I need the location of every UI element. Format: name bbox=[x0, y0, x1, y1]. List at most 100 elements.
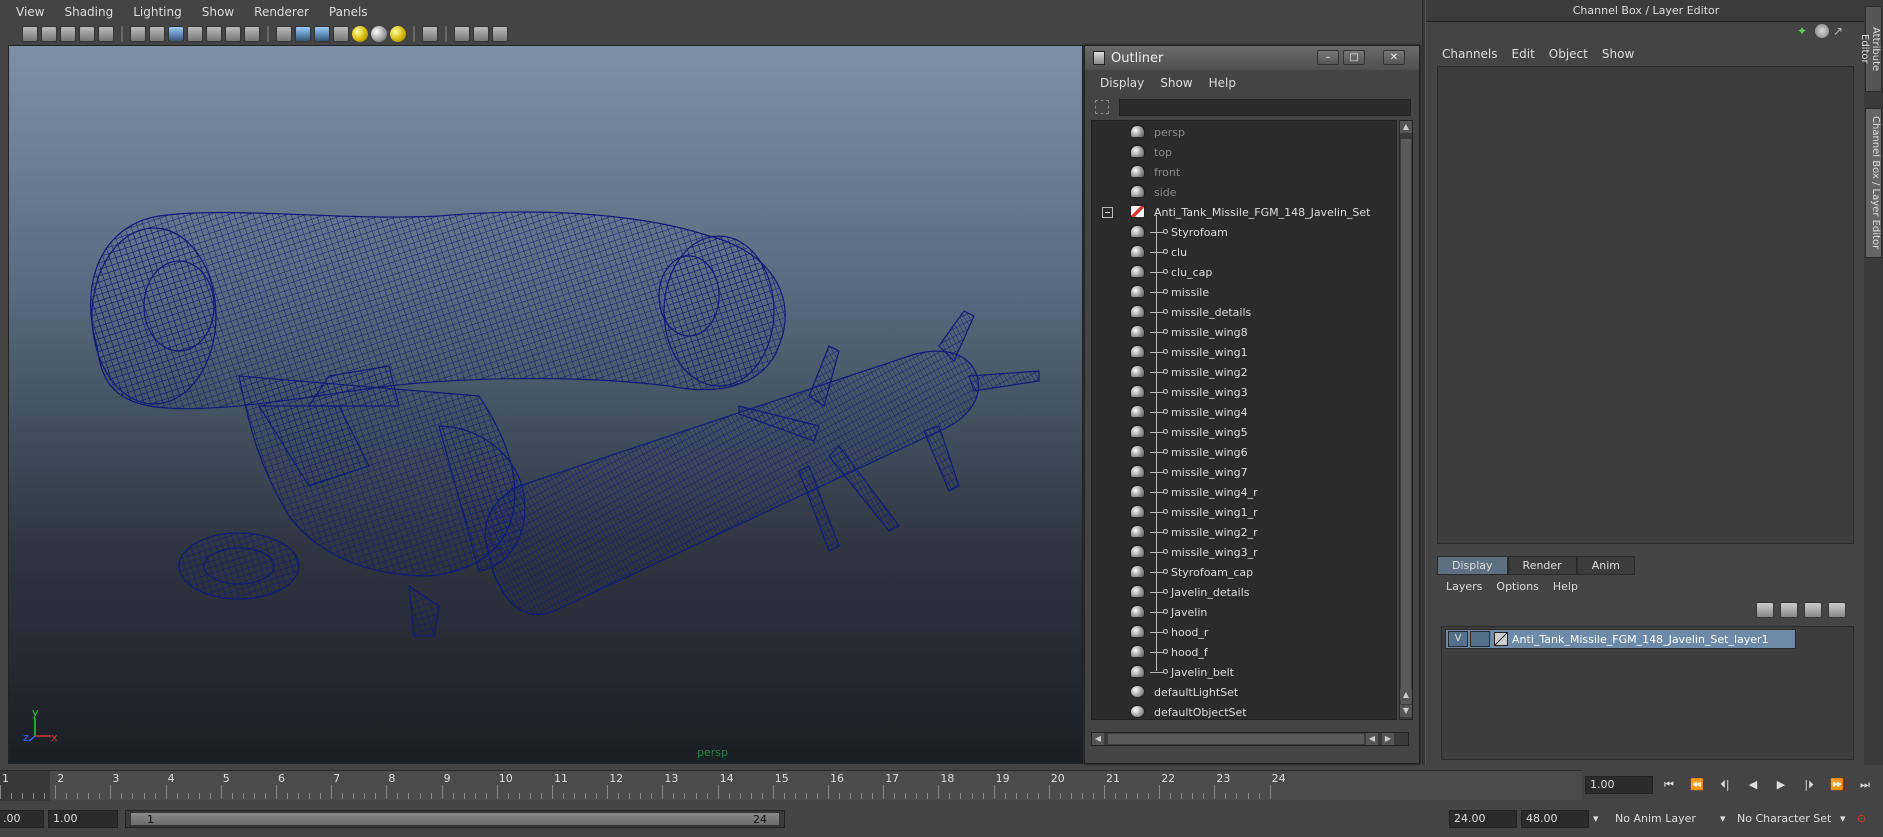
auto-key-icon[interactable]: ⊙ bbox=[1857, 810, 1873, 828]
safe-title-icon[interactable] bbox=[244, 25, 260, 42]
scroll-down-arrow[interactable]: ▼ bbox=[1400, 705, 1412, 717]
outliner-item[interactable]: missile_wing7 bbox=[1092, 462, 1392, 482]
range-slider-handle[interactable]: 1 24 bbox=[130, 812, 780, 826]
film-gate-icon[interactable] bbox=[149, 25, 165, 42]
play-forwards-icon[interactable]: ▶ bbox=[1768, 776, 1794, 794]
filter-icon[interactable] bbox=[1095, 100, 1109, 114]
isolate-select-icon[interactable] bbox=[422, 25, 438, 42]
outliner-item[interactable]: missile_wing2 bbox=[1092, 362, 1392, 382]
anim-layer-dropdown[interactable]: No Anim Layer bbox=[1615, 810, 1725, 828]
outliner-filter-input[interactable] bbox=[1119, 99, 1411, 116]
panel-splitter[interactable] bbox=[1422, 0, 1426, 765]
menu-view[interactable]: View bbox=[16, 5, 44, 19]
channel-box-panel[interactable] bbox=[1437, 66, 1854, 544]
go-to-end-icon[interactable]: ⏭ bbox=[1852, 776, 1878, 794]
outliner-item[interactable]: hood_f bbox=[1092, 642, 1392, 662]
outliner-item[interactable]: Javelin_belt bbox=[1092, 662, 1392, 682]
play-backwards-icon[interactable]: ◀ bbox=[1740, 776, 1766, 794]
outliner-item[interactable]: missile_wing1 bbox=[1092, 342, 1392, 362]
outliner-item[interactable]: side bbox=[1092, 182, 1392, 202]
step-back-key-icon[interactable]: ⏪ bbox=[1684, 776, 1710, 794]
go-to-start-icon[interactable]: ⏮ bbox=[1656, 776, 1682, 794]
resolution-gate-icon[interactable] bbox=[168, 25, 184, 42]
image-plane-icon[interactable] bbox=[79, 25, 95, 42]
outliner-item[interactable]: Javelin_details bbox=[1092, 582, 1392, 602]
outliner-item[interactable]: clu bbox=[1092, 242, 1392, 262]
new-layer-from-selected-icon[interactable] bbox=[1828, 602, 1846, 618]
wireframe-icon[interactable] bbox=[276, 25, 292, 42]
outliner-item[interactable]: missile_wing1_r bbox=[1092, 502, 1392, 522]
default-light-icon[interactable] bbox=[390, 25, 406, 42]
safe-action-icon[interactable] bbox=[225, 25, 241, 42]
step-back-frame-icon[interactable]: ⏴| bbox=[1712, 776, 1738, 794]
tab-anim[interactable]: Anim bbox=[1576, 556, 1635, 575]
cb-menu-edit[interactable]: Edit bbox=[1512, 47, 1535, 61]
anim-layer-arrow[interactable]: ▾ bbox=[1720, 810, 1730, 828]
range-slider-track[interactable]: 1 24 bbox=[125, 810, 785, 828]
outliner-item[interactable]: Styrofoam_cap bbox=[1092, 562, 1392, 582]
menu-show[interactable]: Show bbox=[202, 5, 234, 19]
field-chart-icon[interactable] bbox=[206, 25, 222, 42]
layer-display-type-toggle[interactable] bbox=[1470, 631, 1490, 647]
layer-color-swatch[interactable] bbox=[1494, 632, 1508, 646]
scroll-right-arrow[interactable]: ▶ bbox=[1382, 733, 1394, 745]
sphere-icon[interactable] bbox=[1815, 24, 1829, 38]
select-camera-icon[interactable] bbox=[22, 25, 38, 42]
outliner-item[interactable]: missile_wing4 bbox=[1092, 402, 1392, 422]
outliner-item[interactable]: missile_details bbox=[1092, 302, 1392, 322]
tab-attribute-editor[interactable]: Attribute Editor bbox=[1859, 6, 1882, 92]
character-set-arrow[interactable]: ▾ bbox=[1840, 810, 1852, 828]
outliner-item[interactable]: top bbox=[1092, 142, 1392, 162]
tab-display[interactable]: Display bbox=[1437, 556, 1508, 575]
menu-shading[interactable]: Shading bbox=[64, 5, 113, 19]
outliner-menu-show[interactable]: Show bbox=[1160, 76, 1192, 90]
anim-end-field[interactable]: 48.00 bbox=[1521, 810, 1589, 828]
tab-render[interactable]: Render bbox=[1507, 556, 1577, 575]
outliner-item[interactable]: missile bbox=[1092, 282, 1392, 302]
shadows-icon[interactable] bbox=[371, 25, 387, 42]
pick-icon[interactable]: ↗ bbox=[1833, 24, 1847, 38]
cb-menu-object[interactable]: Object bbox=[1549, 47, 1588, 61]
current-frame-field[interactable]: 1.00 bbox=[1585, 776, 1653, 794]
cb-menu-channels[interactable]: Channels bbox=[1442, 47, 1498, 61]
step-forward-frame-icon[interactable]: |⏵ bbox=[1796, 776, 1822, 794]
character-set-dropdown[interactable]: No Character Set bbox=[1737, 810, 1837, 828]
menu-panels[interactable]: Panels bbox=[329, 5, 368, 19]
move-layer-down-icon[interactable] bbox=[1780, 602, 1798, 618]
xray-joints-icon[interactable] bbox=[473, 25, 489, 42]
maximize-button[interactable]: □ bbox=[1343, 50, 1365, 65]
scroll-up-arrow[interactable]: ▲ bbox=[1400, 121, 1412, 133]
le-menu-layers[interactable]: Layers bbox=[1446, 580, 1482, 593]
cb-menu-show[interactable]: Show bbox=[1602, 47, 1634, 61]
step-forward-key-icon[interactable]: ⏩ bbox=[1824, 776, 1850, 794]
horizontal-scroll-thumb[interactable] bbox=[1108, 734, 1364, 744]
outliner-titlebar[interactable]: Outliner – □ ✕ bbox=[1085, 46, 1419, 70]
outliner-item[interactable]: Anti_Tank_Missile_FGM_148_Javelin_Set bbox=[1092, 202, 1392, 222]
move-layer-up-icon[interactable] bbox=[1756, 602, 1774, 618]
outliner-item[interactable]: defaultObjectSet bbox=[1092, 702, 1392, 719]
grease-pencil-icon[interactable] bbox=[98, 25, 114, 42]
outliner-item[interactable]: defaultLightSet bbox=[1092, 682, 1392, 702]
minimize-button[interactable]: – bbox=[1317, 50, 1339, 65]
gate-mask-icon[interactable] bbox=[187, 25, 203, 42]
anim-layer-dropdown-arrow[interactable]: ▾ bbox=[1593, 810, 1603, 828]
smooth-shade-icon[interactable] bbox=[295, 25, 311, 42]
outliner-item[interactable]: hood_r bbox=[1092, 622, 1392, 642]
key-icon[interactable]: ✦ bbox=[1797, 24, 1811, 38]
outliner-item[interactable]: missile_wing6 bbox=[1092, 442, 1392, 462]
outliner-item[interactable]: missile_wing3_r bbox=[1092, 542, 1392, 562]
outliner-item[interactable]: front bbox=[1092, 162, 1392, 182]
xray-icon[interactable] bbox=[454, 25, 470, 42]
outliner-menu-display[interactable]: Display bbox=[1100, 76, 1144, 90]
bookmark-icon[interactable] bbox=[60, 25, 76, 42]
start-frame-field[interactable]: 1.00 bbox=[48, 810, 118, 828]
scroll-left-arrow-right[interactable]: ◀ bbox=[1366, 733, 1378, 745]
time-slider[interactable]: 1 2 3 4 5 6 7 8 9 10 11 12 13 14 15 16 17 18 19 20 21 22 23 24 bbox=[0, 770, 1582, 801]
outliner-item[interactable]: missile_wing3 bbox=[1092, 382, 1392, 402]
outliner-item[interactable]: clu_cap bbox=[1092, 262, 1392, 282]
outliner-item[interactable]: Javelin bbox=[1092, 602, 1392, 622]
grid-icon[interactable] bbox=[130, 25, 146, 42]
outliner-item[interactable]: persp bbox=[1092, 122, 1392, 142]
end-frame-field[interactable]: 24.00 bbox=[1449, 810, 1517, 828]
new-layer-icon[interactable] bbox=[1804, 602, 1822, 618]
